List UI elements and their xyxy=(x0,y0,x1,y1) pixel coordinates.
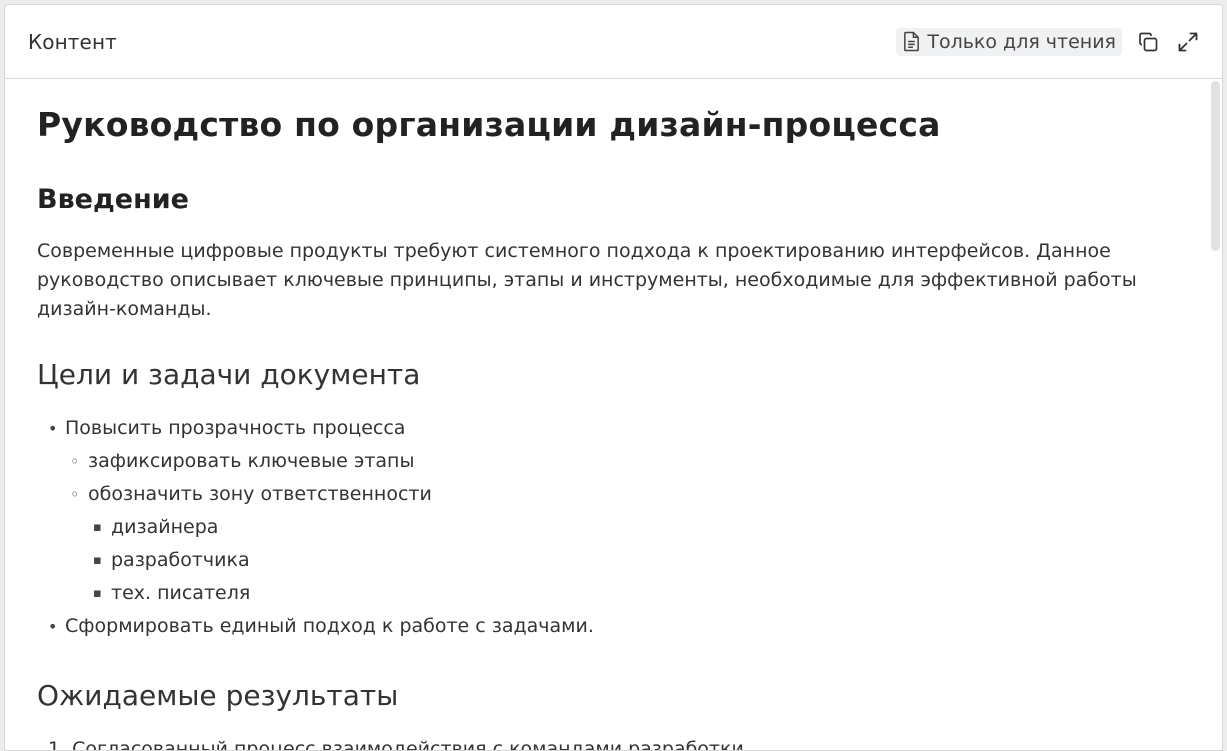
list-item-text: Сформировать единый подход к работе с за… xyxy=(65,615,594,637)
panel-title: Контент xyxy=(28,29,117,54)
results-heading: Ожидаемые результаты xyxy=(37,679,399,712)
scrollbar-thumb[interactable] xyxy=(1211,81,1220,251)
list-item: разработчика xyxy=(93,544,1202,577)
intro-heading: Введение xyxy=(37,184,189,215)
readonly-badge: Только для чтения xyxy=(896,27,1122,56)
list-item: обозначить зону ответственности дизайнер… xyxy=(70,478,1202,610)
document-icon xyxy=(904,31,920,52)
copy-button[interactable] xyxy=(1136,30,1160,54)
results-list: 1. Согласованный процесс взаимодействия … xyxy=(37,733,1202,750)
list-item: дизайнера xyxy=(93,511,1202,544)
list-item-text: зафиксировать ключевые этапы xyxy=(88,450,415,472)
list-item: Повысить прозрачность процесса зафиксиро… xyxy=(48,412,1202,610)
panel-header: Контент Только для чтения xyxy=(5,5,1222,79)
intro-paragraph: Современные цифровые продукты требуют си… xyxy=(37,240,1137,320)
list-item-text: обозначить зону ответственности xyxy=(88,483,432,505)
document-title: Руководство по организации дизайн-процес… xyxy=(37,105,941,144)
document-content: Руководство по организации дизайн-процес… xyxy=(5,79,1222,750)
list-item-text: Повысить прозрачность процесса xyxy=(65,417,406,439)
list-item-text: дизайнера xyxy=(111,516,219,538)
content-panel: Контент Только для чтения Руководство по… xyxy=(4,4,1223,751)
header-actions: Только для чтения xyxy=(896,27,1200,56)
list-item: Сформировать единый подход к работе с за… xyxy=(48,610,1202,643)
goals-heading: Цели и задачи документа xyxy=(37,358,421,391)
list-item-text: тех. писателя xyxy=(111,582,251,604)
goals-list: Повысить прозрачность процесса зафиксиро… xyxy=(37,412,1202,643)
list-item: зафиксировать ключевые этапы xyxy=(70,445,1202,478)
copy-icon xyxy=(1139,32,1158,51)
expand-icon xyxy=(1178,32,1198,51)
nested-list: зафиксировать ключевые этапы обозначить … xyxy=(65,445,1202,610)
content-scroll-area[interactable]: Руководство по организации дизайн-процес… xyxy=(5,79,1222,750)
list-item: тех. писателя xyxy=(93,577,1202,610)
readonly-label: Только для чтения xyxy=(927,30,1116,53)
nested-list: дизайнера разработчика тех. писателя xyxy=(88,511,1202,610)
list-item-text: разработчика xyxy=(111,549,250,571)
expand-button[interactable] xyxy=(1176,30,1200,54)
list-item: 1. Согласованный процесс взаимодействия … xyxy=(48,738,744,750)
